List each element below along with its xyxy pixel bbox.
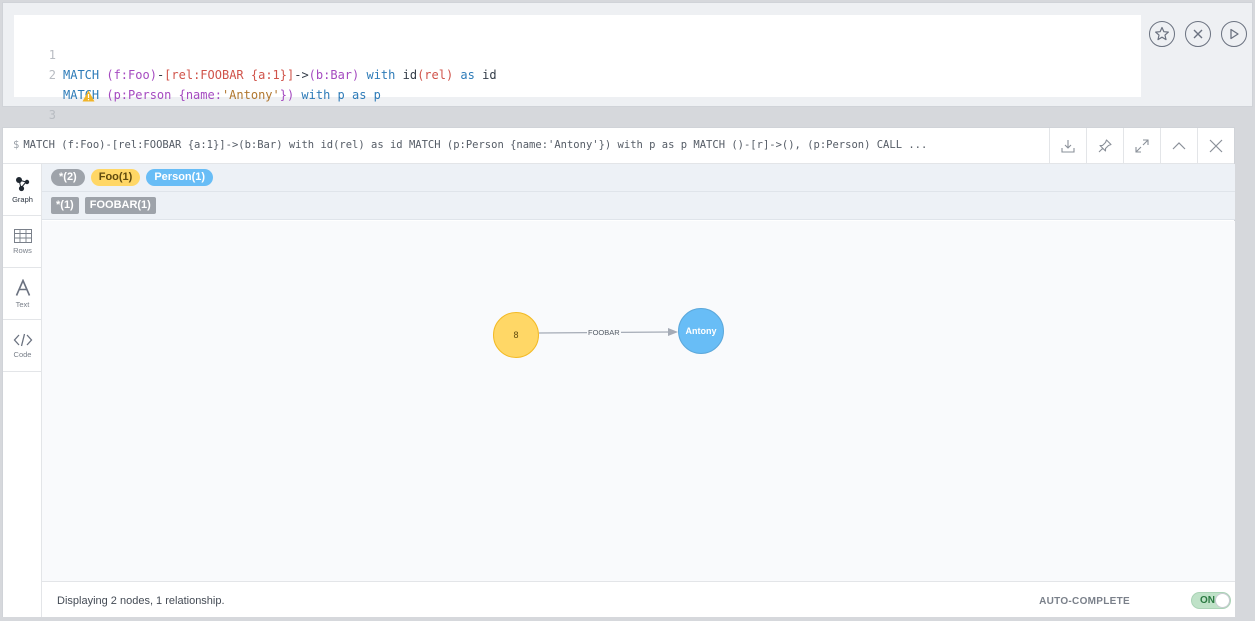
graph-icon — [15, 176, 29, 191]
view-tab-text[interactable]: Text — [3, 268, 42, 320]
toggle-state: ON — [1200, 595, 1215, 606]
view-sidebar: Graph Rows Text Code — [3, 164, 42, 617]
status-text: Displaying 2 nodes, 1 relationship. — [57, 595, 225, 607]
fullscreen-button[interactable] — [1123, 128, 1160, 163]
code-line-3[interactable]: 3 MATCH ()-[r]->(), (p:Person) CALL apoc… — [14, 65, 1141, 142]
relationship-arrow — [668, 328, 678, 336]
code-token: with p as p — [294, 88, 381, 102]
editor-frame: 1 MATCH (f:Foo)-[rel:FOOBAR {a:1}]->(b:B… — [2, 2, 1253, 142]
code-line-2[interactable]: 2 MATCH (p:Person {name:'Antony'}) with … — [14, 45, 1141, 102]
autocomplete-label: AUTO-COMPLETE — [1039, 596, 1130, 607]
star-icon — [1155, 26, 1169, 41]
relationship-type-legend: *(1) FOOBAR(1) — [42, 192, 1235, 220]
graph-node-foo[interactable]: 8 — [493, 312, 539, 358]
text-icon — [15, 278, 30, 296]
view-tab-rows[interactable]: Rows — [3, 216, 42, 268]
close-icon — [1209, 139, 1223, 152]
code-token: }) — [279, 88, 295, 102]
frame-tools — [1049, 128, 1234, 163]
view-tab-label: Text — [15, 299, 30, 309]
code-text[interactable]: MATCH (p:Person {name:'Antony'}) with p … — [63, 85, 381, 105]
chevron-up-icon — [1172, 141, 1186, 149]
expand-icon — [1135, 138, 1149, 153]
table-icon — [13, 228, 32, 243]
view-tab-label: Rows — [13, 245, 32, 255]
toggle-knob — [1215, 593, 1230, 608]
clear-button[interactable] — [1185, 21, 1211, 47]
frame-query[interactable]: $ MATCH (f:Foo)-[rel:FOOBAR {a:1}]->(b:Ba… — [13, 139, 1023, 151]
legend-label-all[interactable]: *(2) — [51, 169, 85, 186]
line-number: 3 — [48, 108, 56, 122]
play-icon — [1230, 28, 1239, 40]
result-frame: $ MATCH (f:Foo)-[rel:FOOBAR {a:1}]->(b:Ba… — [2, 127, 1235, 617]
node-caption: 8 — [513, 330, 519, 340]
legend-reltype-all[interactable]: *(1) — [51, 197, 79, 214]
view-tab-label: Graph — [12, 194, 33, 204]
graph-node-person[interactable]: Antony — [678, 308, 724, 354]
legend-label-foo[interactable]: Foo(1) — [90, 169, 141, 186]
frame-query-text: MATCH (f:Foo)-[rel:FOOBAR {a:1}]->(b:Bar… — [23, 139, 928, 151]
code-token: (p:Person {name: — [106, 88, 222, 102]
relationship-label[interactable]: FOOBAR — [587, 328, 621, 337]
run-button[interactable] — [1221, 21, 1247, 47]
download-button[interactable] — [1049, 128, 1086, 163]
view-tab-label: Code — [13, 349, 32, 359]
prompt-symbol: $ — [13, 139, 20, 151]
pin-button[interactable] — [1086, 128, 1123, 163]
code-line-1[interactable]: 1 MATCH (f:Foo)-[rel:FOOBAR {a:1}]->(b:B… — [14, 25, 1141, 82]
query-editor[interactable]: 1 MATCH (f:Foo)-[rel:FOOBAR {a:1}]->(b:B… — [14, 15, 1141, 142]
legend-reltype-foobar[interactable]: FOOBAR(1) — [84, 197, 156, 214]
frame-header: $ MATCH (f:Foo)-[rel:FOOBAR {a:1}]->(b:Ba… — [3, 128, 1234, 164]
favorite-button[interactable] — [1149, 21, 1175, 47]
autocomplete-toggle[interactable]: ON — [1191, 592, 1231, 609]
view-tab-code[interactable]: Code — [3, 320, 42, 372]
node-label-legend: *(2) Foo(1) Person(1) — [42, 164, 1235, 192]
editor-actions — [1149, 21, 1247, 47]
status-bar: Displaying 2 nodes, 1 relationship. AUTO… — [42, 581, 1235, 617]
code-icon — [13, 333, 32, 346]
collapse-button[interactable] — [1160, 128, 1197, 163]
warning-icon[interactable] — [24, 68, 95, 128]
download-icon — [1061, 139, 1075, 153]
pin-icon — [1098, 138, 1112, 152]
code-token: 'Antony' — [221, 88, 280, 102]
view-tab-graph[interactable]: Graph — [3, 164, 42, 216]
graph-edges — [538, 328, 678, 336]
close-frame-button[interactable] — [1197, 128, 1234, 163]
close-icon — [1193, 29, 1203, 39]
graph-canvas[interactable]: FOOBAR 8 Antony — [42, 221, 1235, 581]
legend-label-person[interactable]: Person(1) — [146, 169, 214, 186]
node-caption: Antony — [685, 326, 717, 336]
